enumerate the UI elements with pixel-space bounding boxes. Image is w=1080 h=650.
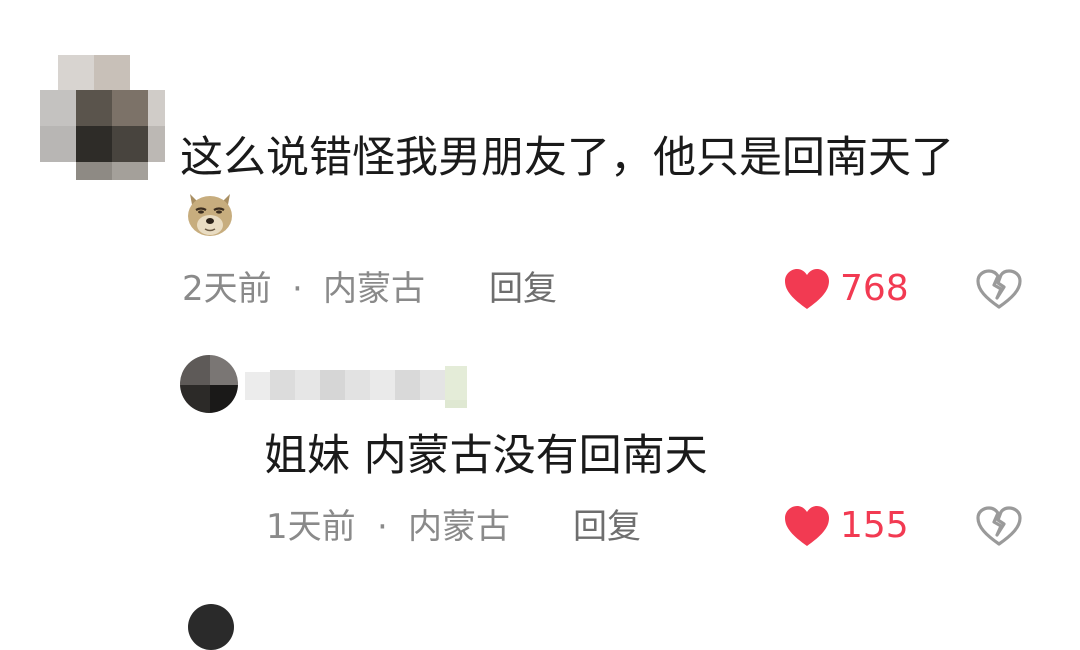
reply-location: 内蒙古	[408, 507, 510, 547]
dog-face-emoji-icon	[183, 186, 237, 240]
like-button[interactable]: 155	[783, 503, 909, 549]
broken-heart-icon[interactable]	[975, 268, 1023, 310]
comment-text: 这么说错怪我男朋友了，他只是回南天了	[180, 133, 954, 183]
like-count: 768	[840, 268, 909, 309]
meta-separator: ·	[292, 269, 303, 309]
reply-button[interactable]: 回复	[489, 269, 557, 309]
comment-time: 2天前	[182, 269, 272, 309]
avatar[interactable]	[180, 355, 238, 413]
like-count: 155	[840, 505, 909, 546]
heart-icon	[783, 267, 831, 311]
heart-icon	[783, 504, 831, 548]
reply-time: 1天前	[266, 507, 356, 547]
like-button[interactable]: 768	[783, 266, 909, 312]
username[interactable]	[245, 366, 475, 408]
reply-text: 姐妹 内蒙古没有回南天	[264, 431, 708, 481]
avatar[interactable]	[188, 604, 234, 650]
meta-separator: ·	[377, 507, 388, 547]
comment-location: 内蒙古	[323, 269, 425, 309]
reply-button[interactable]: 回复	[573, 507, 641, 547]
broken-heart-icon[interactable]	[975, 505, 1023, 547]
avatar[interactable]	[40, 55, 165, 180]
